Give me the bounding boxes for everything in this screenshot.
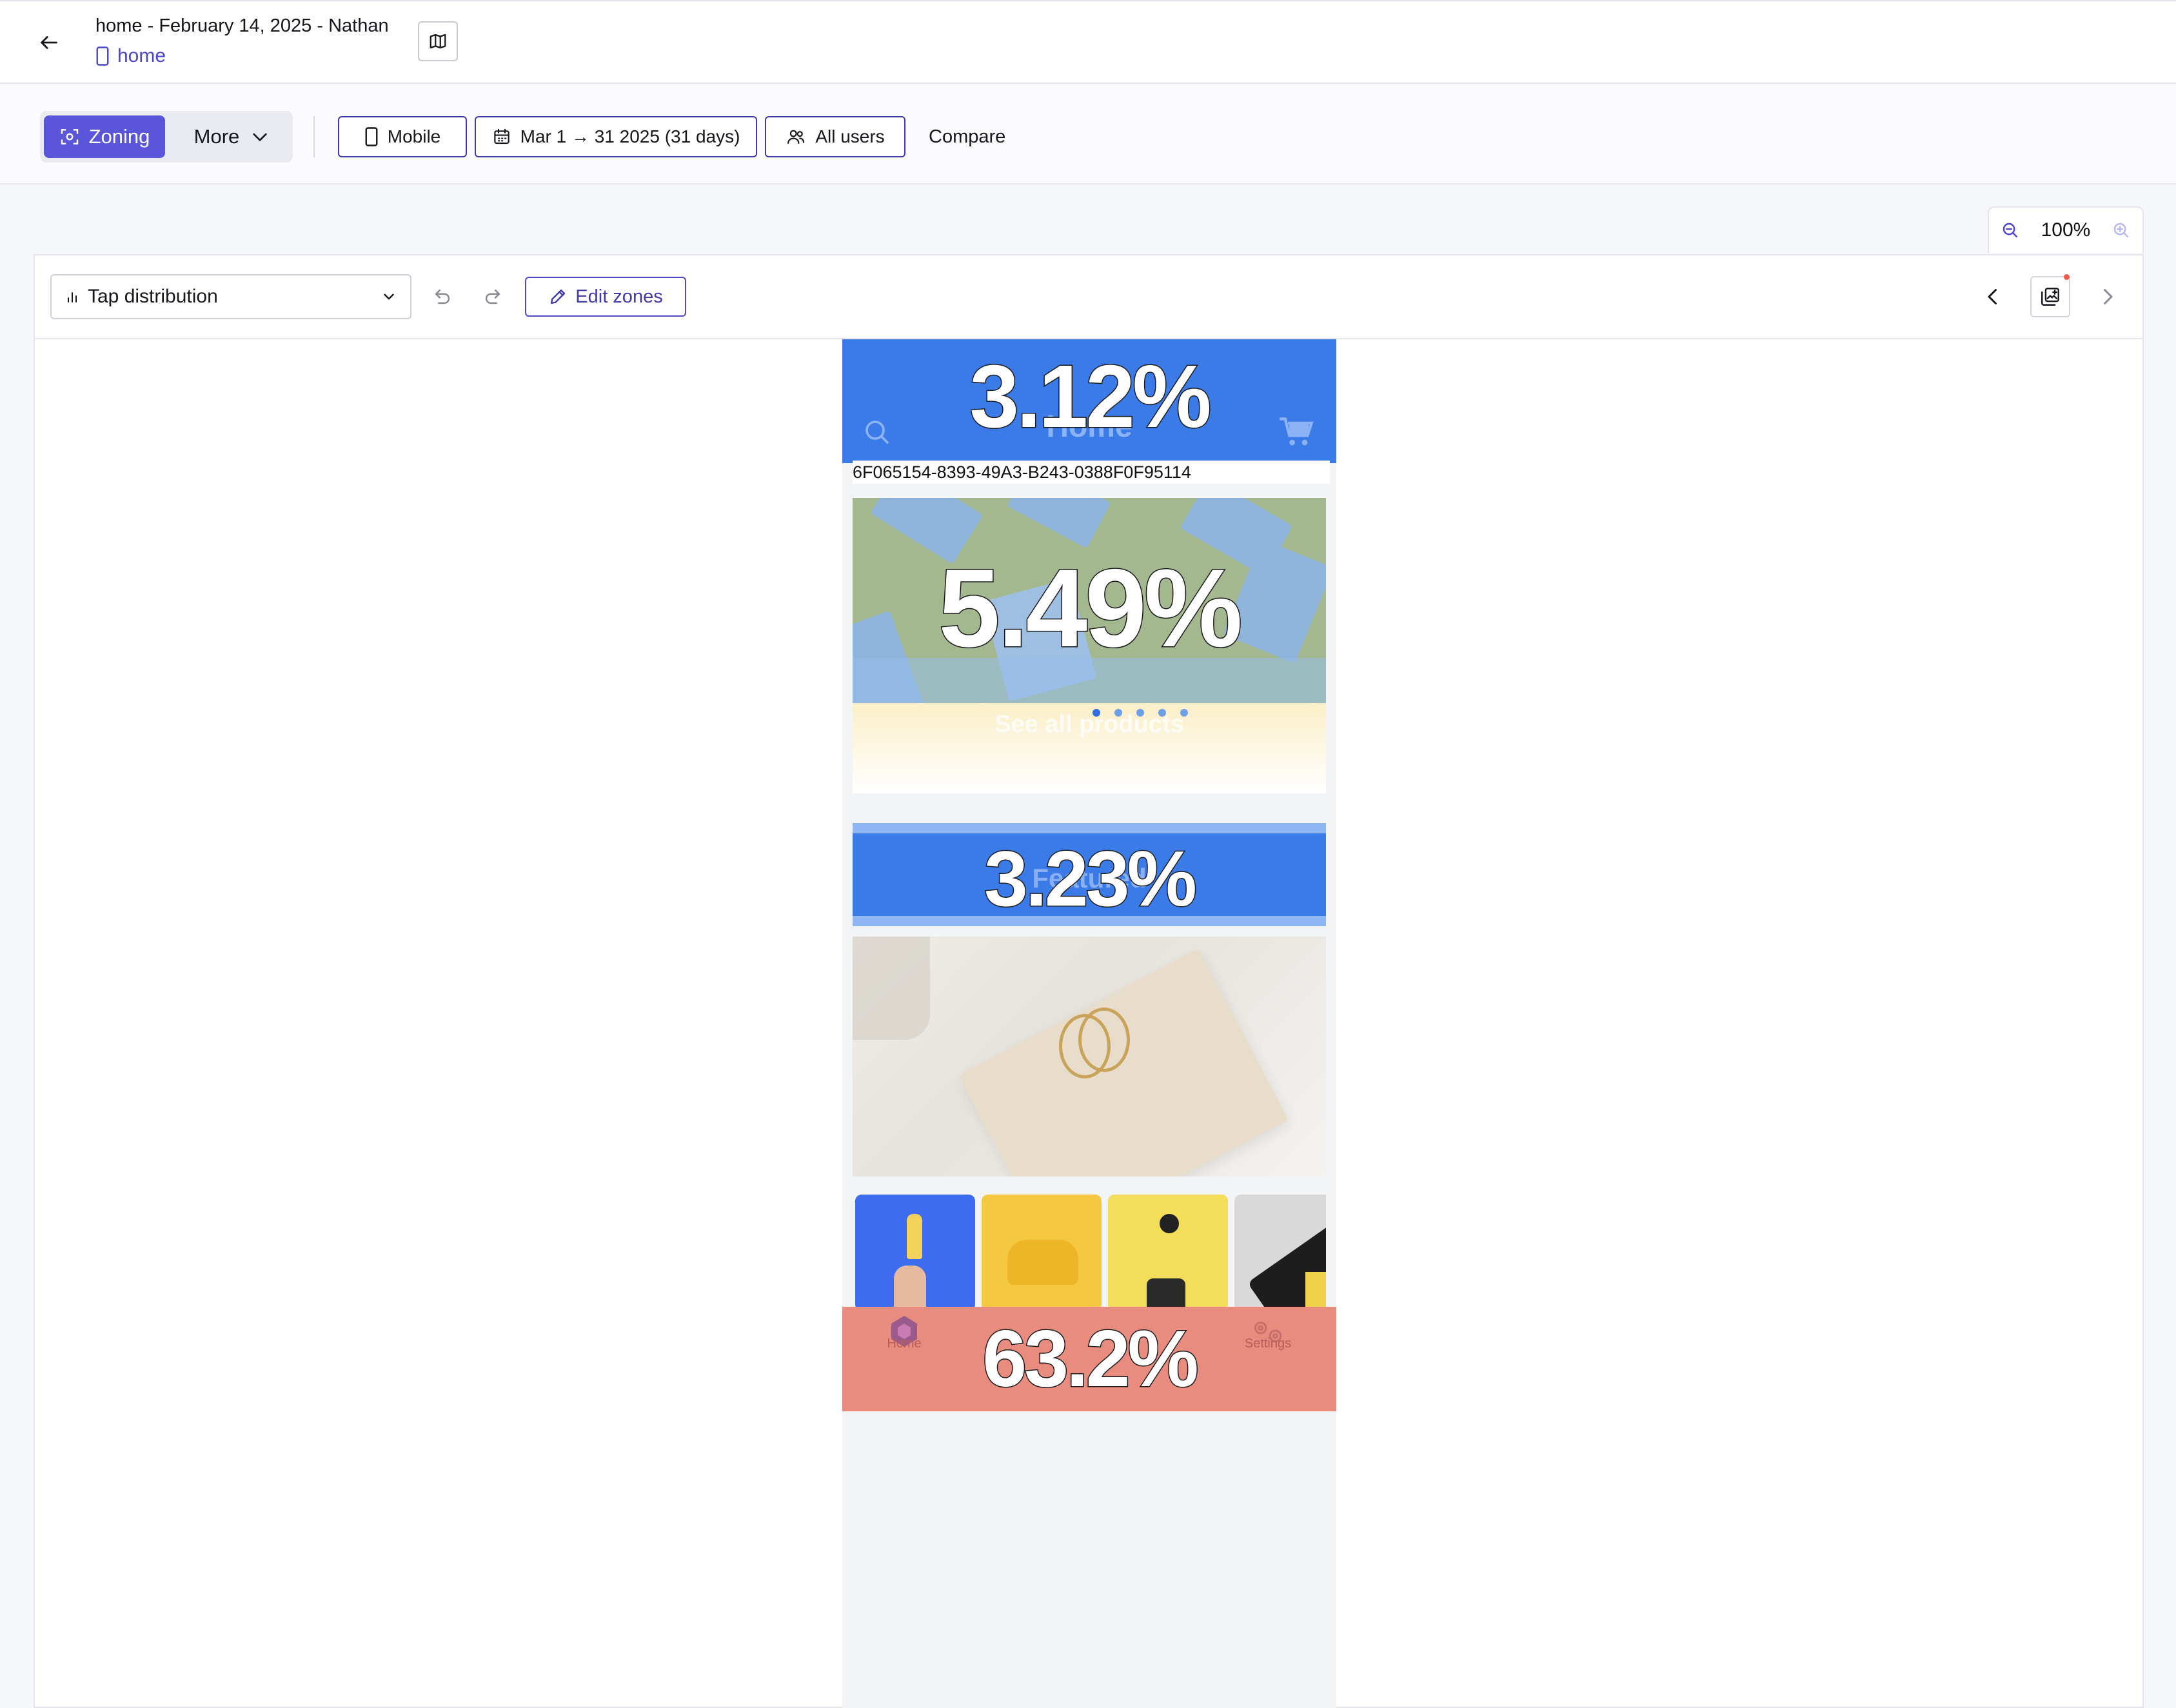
zoning-label: Zoning	[88, 125, 150, 148]
filters-toolbar	[0, 84, 2176, 184]
zone-header-value: 3.12%	[969, 346, 1212, 448]
segment-filter-label: All users	[815, 126, 885, 146]
zoning-button[interactable]: Zoning	[44, 115, 165, 158]
more-button[interactable]: More	[174, 115, 290, 158]
zoom-in-icon[interactable]	[2112, 221, 2131, 240]
tile-image-shape	[907, 1214, 922, 1259]
undo-button[interactable]	[427, 281, 458, 312]
undo-icon	[435, 289, 450, 304]
carousel-dot[interactable]	[1114, 709, 1122, 717]
toolbar-divider	[313, 116, 315, 157]
device-filter-button[interactable]: Mobile	[338, 116, 467, 157]
bar-chart-icon	[68, 292, 77, 303]
phone-icon	[365, 127, 378, 146]
next-button[interactable]	[2092, 281, 2123, 312]
phone-icon	[96, 46, 109, 66]
notification-dot	[2064, 274, 2070, 280]
zoom-out-icon[interactable]	[2001, 221, 2020, 240]
carousel-dot[interactable]	[1093, 709, 1100, 717]
zone-tabbar-value: 63.2%	[982, 1314, 1200, 1405]
device-filter-label: Mobile	[387, 126, 441, 146]
breadcrumb-label: home	[117, 45, 166, 66]
date-range-label: Mar 1 → 31 2025 (31 days)	[520, 126, 740, 146]
edit-zones-button[interactable]: Edit zones	[525, 277, 686, 317]
more-label: More	[193, 125, 240, 148]
map-icon	[430, 34, 446, 49]
session-id-text: 6F065154-8393-49A3-B243-0388F0F95114	[853, 461, 1330, 484]
app-screenshot: Home 3.12% 6F065154-8393-49A3-B243-0388F…	[842, 339, 1336, 1708]
users-icon	[787, 130, 805, 144]
carousel-dot[interactable]	[1136, 709, 1144, 717]
category-tiles	[853, 1195, 1326, 1311]
see-all-products-link[interactable]: See all products	[853, 711, 1326, 739]
chevron-down-icon	[253, 133, 267, 141]
snapshot-icon	[2041, 288, 2059, 306]
metric-select[interactable]: Tap distribution	[50, 274, 411, 319]
previous-button[interactable]	[1977, 281, 2008, 312]
tile-image-shape	[1147, 1278, 1185, 1311]
zone-hero-value: 5.49%	[938, 546, 1244, 671]
tile-image-shape	[1305, 1272, 1326, 1311]
zone-featured-value: 3.23%	[984, 834, 1198, 924]
edit-zones-label: Edit zones	[575, 286, 663, 307]
map-button[interactable]	[418, 21, 458, 61]
zoning-icon	[61, 129, 78, 144]
zoom-level: 100%	[2041, 219, 2091, 241]
featured-image-shape	[853, 937, 930, 1040]
featured-product-image[interactable]	[853, 937, 1326, 1177]
hero-image-shape	[1007, 498, 1111, 549]
segment-filter-button[interactable]: All users	[765, 116, 905, 157]
featured-image-shape	[1078, 1008, 1130, 1072]
snapshot-button[interactable]	[2030, 276, 2070, 317]
pencil-icon	[551, 289, 566, 304]
carousel-dot[interactable]	[1180, 709, 1188, 717]
redo-icon	[485, 289, 500, 304]
calendar-icon	[493, 128, 509, 144]
category-tile[interactable]	[1108, 1195, 1228, 1311]
category-tile[interactable]	[1234, 1195, 1326, 1311]
zoom-control: 100%	[1988, 206, 2144, 253]
back-button[interactable]	[28, 22, 70, 63]
top-header	[0, 0, 2176, 84]
tile-image-shape	[1160, 1214, 1179, 1233]
category-tile[interactable]	[982, 1195, 1102, 1311]
tile-image-shape	[1007, 1240, 1078, 1285]
carousel-dot[interactable]	[1158, 709, 1166, 717]
tile-image-shape	[894, 1266, 926, 1311]
featured-image-shape	[958, 948, 1289, 1177]
chevron-right-icon	[2104, 289, 2113, 304]
date-range-button[interactable]: Mar 1 → 31 2025 (31 days)	[475, 116, 757, 157]
page-title: home - February 14, 2025 - Nathan	[95, 15, 389, 36]
back-arrow-icon	[41, 36, 57, 49]
category-tile[interactable]	[855, 1195, 975, 1311]
redo-button[interactable]	[477, 281, 508, 312]
breadcrumb[interactable]: home	[95, 45, 166, 67]
compare-button[interactable]: Compare	[929, 116, 1005, 157]
chevron-down-icon	[384, 293, 394, 300]
metric-select-value: Tap distribution	[88, 286, 218, 307]
chevron-left-icon	[1988, 289, 1997, 304]
